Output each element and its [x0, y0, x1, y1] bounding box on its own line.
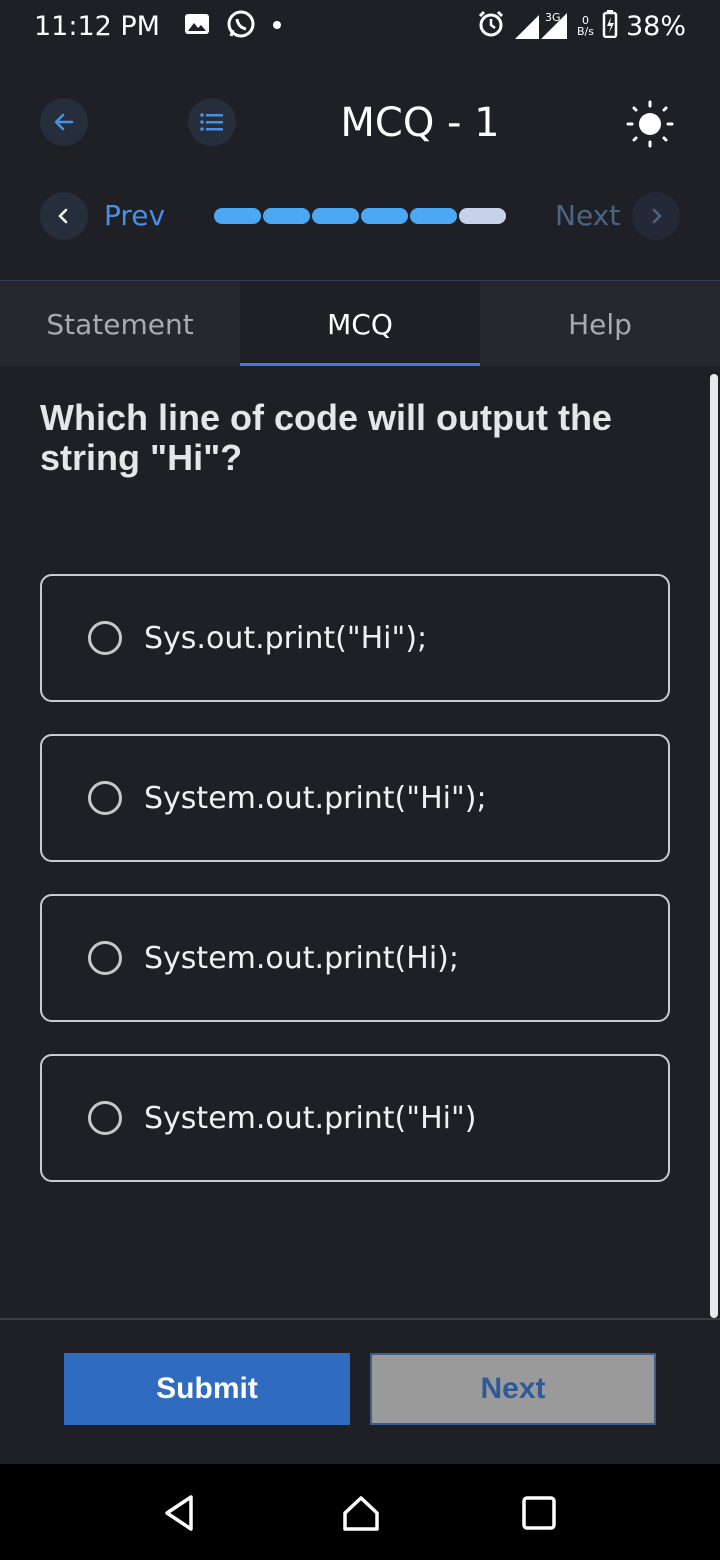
footer: Submit Next [0, 1318, 720, 1464]
whatsapp-icon [226, 9, 256, 44]
gallery-icon [184, 13, 210, 40]
tab-bar: Statement MCQ Help [0, 280, 720, 367]
status-left-icons [184, 9, 282, 44]
arrow-left-icon [54, 113, 74, 131]
nav-recents-button[interactable] [516, 1490, 562, 1536]
system-nav-bar [0, 1464, 720, 1560]
progress-segment-5[interactable] [410, 208, 457, 224]
sun-icon [626, 100, 674, 148]
theme-toggle-button[interactable] [624, 98, 676, 150]
next-link[interactable]: Next [555, 199, 620, 232]
option-1[interactable]: Sys.out.print("Hi"); [40, 574, 670, 702]
status-time: 11:12 PM [34, 10, 160, 42]
progress-segment-6[interactable] [459, 208, 506, 224]
question-list-button[interactable] [188, 98, 236, 146]
tab-help[interactable]: Help [480, 281, 720, 367]
option-label: System.out.print("Hi") [144, 1100, 477, 1136]
radio-button[interactable] [88, 1101, 122, 1135]
radio-button[interactable] [88, 941, 122, 975]
notification-dot-icon [272, 17, 282, 35]
square-recents-icon [522, 1496, 556, 1530]
triangle-back-icon [165, 1495, 193, 1531]
page-title: MCQ - 1 [340, 100, 500, 146]
back-button[interactable] [40, 98, 88, 146]
tab-mcq[interactable]: MCQ [240, 281, 480, 367]
option-4[interactable]: System.out.print("Hi") [40, 1054, 670, 1182]
battery-icon [602, 9, 618, 43]
progress-segment-2[interactable] [263, 208, 310, 224]
radio-button[interactable] [88, 621, 122, 655]
data-rate-unit: B/s [577, 25, 594, 38]
progress-segment-4[interactable] [361, 208, 408, 224]
nav-home-button[interactable] [338, 1490, 384, 1536]
data-rate: 0 B/s [577, 15, 594, 37]
home-icon [343, 1496, 379, 1531]
submit-button[interactable]: Submit [64, 1353, 350, 1425]
scrollbar[interactable] [710, 374, 718, 1318]
option-label: Sys.out.print("Hi"); [144, 620, 428, 656]
signal-icon: 3G [513, 7, 569, 46]
battery-percent: 38% [625, 10, 686, 42]
prev-arrow-button[interactable] [40, 192, 88, 240]
list-icon [200, 113, 223, 131]
radio-button[interactable] [88, 781, 122, 815]
option-label: System.out.print("Hi"); [144, 780, 487, 816]
progress-segment-1[interactable] [214, 208, 261, 224]
tab-statement[interactable]: Statement [0, 281, 240, 367]
question-text: Which line of code will output the strin… [40, 397, 612, 478]
prev-link[interactable]: Prev [104, 199, 165, 232]
chevron-left-icon [58, 208, 68, 224]
header: MCQ - 1 Prev Next [0, 52, 720, 280]
nav-back-button[interactable] [156, 1490, 202, 1536]
next-arrow-button[interactable] [632, 192, 680, 240]
network-label: 3G [545, 11, 561, 24]
progress-segment-3[interactable] [312, 208, 359, 224]
question-content: Which line of code will output the strin… [0, 366, 720, 1318]
option-2[interactable]: System.out.print("Hi"); [40, 734, 670, 862]
status-bar: 11:12 PM 3G 0 B/s 38% [0, 0, 720, 52]
chevron-right-icon [652, 208, 662, 224]
alarm-icon [477, 10, 505, 43]
option-label: System.out.print(Hi); [144, 940, 459, 976]
question-progress [214, 208, 506, 224]
option-3[interactable]: System.out.print(Hi); [40, 894, 670, 1022]
status-right-icons: 3G 0 B/s 38% [477, 7, 686, 46]
next-button[interactable]: Next [370, 1353, 656, 1425]
